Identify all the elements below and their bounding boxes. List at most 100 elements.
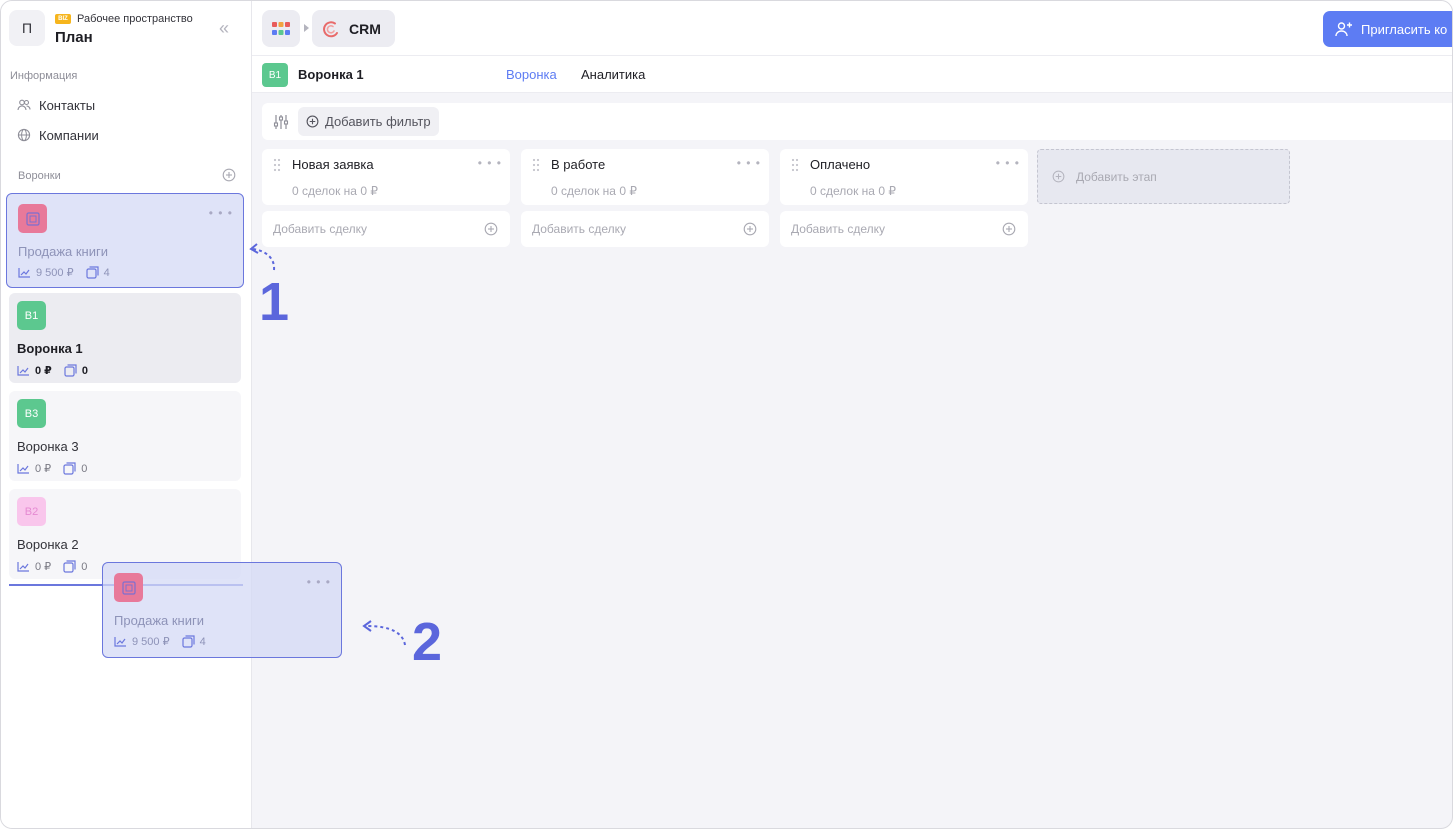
deals-icon — [181, 635, 195, 648]
funnel-badge: В1 — [17, 301, 46, 330]
add-circle-icon — [484, 222, 498, 236]
app-window: П BIZ Рабочее пространство План « Информ… — [0, 0, 1453, 829]
funnel-count: 0 — [81, 364, 88, 377]
drag-handle-icon[interactable] — [791, 158, 799, 172]
stage-column-header[interactable]: Новая заявка • • • 0 сделок на 0 ₽ — [262, 149, 510, 205]
add-deal-button[interactable]: Добавить сделку — [262, 211, 510, 247]
funnel-card-voronka-1[interactable]: В1 Воронка 1 0 ₽ 0 — [9, 293, 241, 383]
topbar: CRM Пригласить ко — [252, 1, 1452, 56]
add-deal-label: Добавить сделку — [273, 222, 368, 236]
funnel-stats: 0 ₽ 0 — [17, 560, 93, 573]
book-icon — [25, 211, 40, 226]
chart-icon — [17, 464, 29, 474]
funnel-card-voronka-3[interactable]: В3 Воронка 3 0 ₽ 0 — [9, 391, 241, 481]
add-deal-button[interactable]: Добавить сделку — [780, 211, 1028, 247]
book-icon — [121, 580, 136, 595]
funnel-badge — [114, 573, 143, 602]
funnel-badge: В2 — [17, 497, 46, 526]
sidebar-item-label: Компании — [39, 127, 99, 143]
invite-button[interactable]: Пригласить ко — [1323, 11, 1452, 47]
funnel-name: Продажа книги — [18, 244, 109, 259]
chart-icon — [114, 637, 126, 647]
add-circle-icon — [743, 222, 757, 236]
drag-handle-icon[interactable] — [532, 158, 540, 172]
funnel-menu-icon[interactable]: • • • — [307, 575, 331, 589]
stage-summary: 0 сделок на 0 ₽ — [292, 184, 378, 198]
add-deal-button[interactable]: Добавить сделку — [521, 211, 769, 247]
crm-logo-icon — [323, 20, 338, 37]
workspace-plan-badge: BIZ — [55, 14, 71, 24]
add-filter-label: Добавить фильтр — [325, 114, 431, 129]
funnel-count: 4 — [103, 266, 110, 279]
add-user-icon — [1335, 22, 1352, 37]
sidebar: П BIZ Рабочее пространство План « Информ… — [1, 1, 252, 828]
apps-grid-icon — [272, 21, 290, 35]
stage-column-header[interactable]: Оплачено • • • 0 сделок на 0 ₽ — [780, 149, 1028, 205]
deals-icon — [85, 266, 99, 279]
funnel-stats: 9 500 ₽ 4 — [18, 266, 116, 279]
invite-label: Пригласить ко — [1361, 21, 1448, 37]
funnel-header: В1 Воронка 1 Воронка Аналитика — [252, 56, 1452, 93]
filter-bar: Добавить фильтр — [262, 103, 1452, 140]
stage-menu-icon[interactable]: • • • — [737, 156, 761, 170]
add-filter-button[interactable]: Добавить фильтр — [298, 107, 439, 136]
tab-analytics[interactable]: Аналитика — [581, 67, 645, 82]
add-circle-icon — [1052, 170, 1065, 183]
funnel-badge: В3 — [17, 399, 46, 428]
funnel-amount: 9 500 ₽ — [132, 636, 170, 648]
funnel-count: 0 — [81, 462, 88, 475]
stage-summary: 0 сделок на 0 ₽ — [810, 184, 896, 198]
funnel-badge — [18, 204, 47, 233]
stage-title: В работе — [551, 157, 606, 172]
globe-icon — [17, 128, 31, 142]
collapse-sidebar-icon[interactable]: « — [219, 19, 239, 39]
funnel-amount: 9 500 ₽ — [36, 267, 74, 279]
stage-menu-icon[interactable]: • • • — [996, 156, 1020, 170]
filter-settings-icon[interactable] — [272, 113, 290, 131]
add-circle-icon — [306, 115, 319, 128]
funnel-name: Продажа книги — [114, 613, 205, 628]
stage-title: Новая заявка — [292, 157, 374, 172]
funnel-name: Воронка 1 — [17, 341, 83, 356]
tab-funnel[interactable]: Воронка — [506, 67, 557, 82]
funnel-menu-icon[interactable]: • • • — [209, 206, 233, 220]
add-funnel-icon[interactable] — [222, 168, 236, 182]
annotation-arrow-2 — [362, 620, 406, 646]
workspace-subtitle: Рабочее пространство — [77, 13, 193, 25]
apps-menu-button[interactable] — [262, 10, 300, 47]
annotation-step-2: 2 — [412, 612, 443, 672]
crm-label: CRM — [349, 20, 381, 37]
funnel-amount: 0 ₽ — [35, 463, 52, 475]
info-section-label: Информация — [10, 70, 78, 82]
annotation-arrow-1 — [249, 243, 276, 271]
annotation-step-1: 1 — [259, 272, 290, 332]
add-circle-icon — [1002, 222, 1016, 236]
funnel-stats: 0 ₽ 0 — [17, 462, 93, 475]
sidebar-item-label: Контакты — [39, 97, 96, 113]
dragged-funnel-card[interactable]: • • • Продажа книги 9 500 ₽ 4 — [102, 562, 342, 658]
deals-icon — [63, 560, 76, 573]
add-deal-label: Добавить сделку — [532, 222, 627, 236]
funnel-amount: 0 ₽ — [35, 365, 52, 377]
crm-breadcrumb-button[interactable]: CRM — [312, 10, 395, 47]
chart-icon — [17, 562, 29, 572]
chart-icon — [17, 366, 29, 376]
deals-icon — [64, 364, 77, 377]
add-stage-button[interactable]: Добавить этап — [1037, 149, 1290, 204]
funnel-amount: 0 ₽ — [35, 561, 52, 573]
sidebar-item-contacts[interactable]: Контакты — [11, 92, 241, 118]
stage-menu-icon[interactable]: • • • — [478, 156, 502, 170]
chart-icon — [18, 268, 30, 278]
funnel-count: 0 — [81, 560, 88, 573]
funnel-stats: 9 500 ₽ 4 — [114, 635, 212, 648]
funnel-count: 4 — [199, 635, 206, 648]
sidebar-item-companies[interactable]: Компании — [11, 122, 241, 148]
drag-handle-icon[interactable] — [273, 158, 281, 172]
workspace-name[interactable]: План — [55, 29, 93, 46]
funnel-name: Воронка 2 — [17, 537, 79, 552]
workspace-avatar[interactable]: П — [9, 10, 45, 46]
funnel-card-book-sale[interactable]: • • • Продажа книги 9 500 ₽ 4 — [6, 193, 244, 288]
add-stage-label: Добавить этап — [1076, 170, 1157, 184]
funnel-stats: 0 ₽ 0 — [17, 364, 94, 377]
stage-column-header[interactable]: В работе • • • 0 сделок на 0 ₽ — [521, 149, 769, 205]
